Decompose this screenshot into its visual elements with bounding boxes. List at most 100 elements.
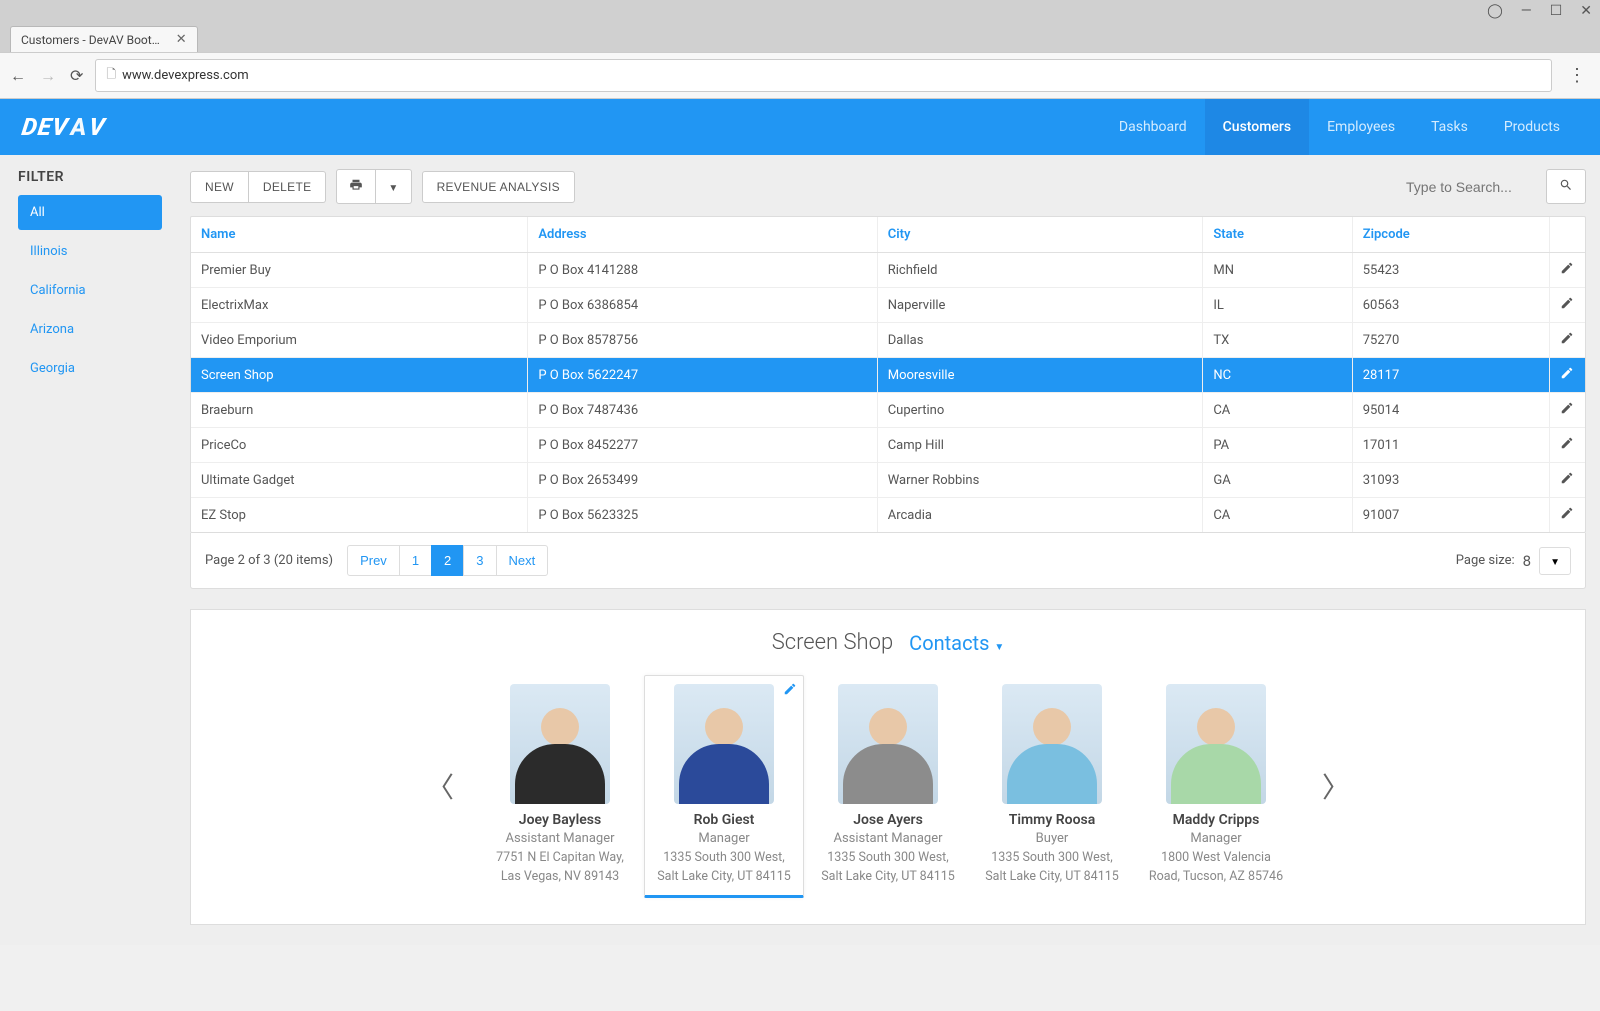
cell-city: Cupertino — [877, 393, 1203, 428]
cell-city: Arcadia — [877, 498, 1203, 533]
browser-tab[interactable]: Customers - DevAV Boot… ✕ — [10, 26, 198, 52]
contact-card[interactable]: Rob GiestManager1335 South 300 West,Salt… — [644, 675, 804, 898]
search-button[interactable] — [1546, 169, 1586, 204]
page-size-value: 8 — [1523, 552, 1531, 570]
contact-address: 1335 South 300 West,Salt Lake City, UT 8… — [979, 849, 1125, 887]
contacts-next-button[interactable]: 〉 — [1314, 766, 1358, 806]
cell-name: Video Emporium — [191, 323, 528, 358]
delete-button[interactable]: DELETE — [249, 171, 326, 203]
contacts-prev-button[interactable]: 〈 — [418, 766, 462, 806]
pager-buttons: Prev123Next — [347, 545, 548, 576]
pager-button-2[interactable]: 2 — [431, 545, 464, 576]
user-icon[interactable]: ◯ — [1487, 3, 1503, 19]
edit-contact-button[interactable] — [783, 682, 797, 700]
nav-item-products[interactable]: Products — [1486, 99, 1578, 155]
cell-city: Naperville — [877, 288, 1203, 323]
app-logo[interactable]: DEVAV — [22, 113, 106, 141]
cell-zip: 91007 — [1352, 498, 1549, 533]
contact-address: 1335 South 300 West,Salt Lake City, UT 8… — [651, 849, 797, 887]
cell-name: EZ Stop — [191, 498, 528, 533]
contact-name: Jose Ayers — [815, 812, 961, 828]
print-button[interactable] — [336, 169, 376, 204]
edit-row-button[interactable] — [1549, 253, 1585, 288]
avatar — [1166, 684, 1266, 804]
table-row[interactable]: BraeburnP O Box 7487436CupertinoCA95014 — [191, 393, 1585, 428]
cell-zip: 75270 — [1352, 323, 1549, 358]
cell-state: NC — [1203, 358, 1352, 393]
detail-title: Screen Shop — [772, 630, 893, 655]
contact-card[interactable]: Joey BaylessAssistant Manager7751 N El C… — [480, 675, 640, 898]
revenue-analysis-button[interactable]: REVENUE ANALYSIS — [422, 171, 575, 203]
contact-card[interactable]: Jose AyersAssistant Manager1335 South 30… — [808, 675, 968, 898]
table-row[interactable]: EZ StopP O Box 5623325ArcadiaCA91007 — [191, 498, 1585, 533]
nav-item-tasks[interactable]: Tasks — [1413, 99, 1486, 155]
contact-name: Timmy Roosa — [979, 812, 1125, 828]
avatar — [510, 684, 610, 804]
contact-role: Assistant Manager — [487, 831, 633, 846]
column-header-name[interactable]: Name — [191, 217, 528, 253]
edit-row-button[interactable] — [1549, 498, 1585, 533]
pager-button-next[interactable]: Next — [496, 545, 549, 576]
tab-title: Customers - DevAV Boot… — [21, 33, 160, 47]
maximize-icon[interactable]: ☐ — [1550, 3, 1563, 19]
column-header-city[interactable]: City — [877, 217, 1203, 253]
table-row[interactable]: ElectrixMaxP O Box 6386854NapervilleIL60… — [191, 288, 1585, 323]
back-icon[interactable]: ← — [10, 66, 26, 86]
pager-button-prev[interactable]: Prev — [347, 545, 400, 576]
avatar — [674, 684, 774, 804]
contact-address: 1335 South 300 West,Salt Lake City, UT 8… — [815, 849, 961, 887]
pager-summary: Page 2 of 3 (20 items) — [205, 553, 333, 568]
address-input[interactable]: 🗋 www.devexpress.com — [95, 59, 1552, 92]
chevron-down-icon: ▼ — [388, 183, 398, 194]
cell-city: Warner Robbins — [877, 463, 1203, 498]
cell-city: Camp Hill — [877, 428, 1203, 463]
edit-row-button[interactable] — [1549, 288, 1585, 323]
browser-menu-icon[interactable]: ⋮ — [1564, 65, 1590, 86]
pager-button-1[interactable]: 1 — [399, 545, 432, 576]
page-size-dropdown[interactable]: ▼ — [1539, 547, 1571, 575]
filter-item-all[interactable]: All — [18, 195, 162, 230]
avatar — [838, 684, 938, 804]
table-row[interactable]: Ultimate GadgetP O Box 2653499Warner Rob… — [191, 463, 1585, 498]
nav-item-customers[interactable]: Customers — [1205, 99, 1309, 155]
filter-item-arizona[interactable]: Arizona — [18, 312, 162, 347]
cell-state: TX — [1203, 323, 1352, 358]
table-row[interactable]: Video EmporiumP O Box 8578756DallasTX752… — [191, 323, 1585, 358]
cell-address: P O Box 5622247 — [528, 358, 877, 393]
search-input[interactable] — [1398, 171, 1538, 203]
detail-section-dropdown[interactable]: Contacts ▼ — [909, 631, 1004, 655]
table-row[interactable]: Screen ShopP O Box 5622247MooresvilleNC2… — [191, 358, 1585, 393]
edit-row-button[interactable] — [1549, 358, 1585, 393]
contact-card[interactable]: Maddy CrippsManager1800 West ValenciaRoa… — [1136, 675, 1296, 898]
filter-item-illinois[interactable]: Illinois — [18, 234, 162, 269]
cell-state: MN — [1203, 253, 1352, 288]
nav-item-dashboard[interactable]: Dashboard — [1101, 99, 1205, 155]
edit-row-button[interactable] — [1549, 428, 1585, 463]
contact-name: Maddy Cripps — [1143, 812, 1289, 828]
column-header-zipcode[interactable]: Zipcode — [1352, 217, 1549, 253]
new-button[interactable]: NEW — [190, 171, 249, 203]
filter-item-california[interactable]: California — [18, 273, 162, 308]
print-dropdown-button[interactable]: ▼ — [376, 169, 411, 204]
contact-card[interactable]: Timmy Roosa Buyer 1335 South 300 West,Salt… — [972, 675, 1132, 898]
minimize-icon[interactable]: — — [1521, 3, 1532, 19]
nav-item-employees[interactable]: Employees — [1309, 99, 1413, 155]
edit-row-button[interactable] — [1549, 323, 1585, 358]
window-titlebar: ◯ — ☐ ✕ — [0, 0, 1600, 22]
contact-role: Buyer — [979, 831, 1125, 846]
table-row[interactable]: Premier BuyP O Box 4141288RichfieldMN554… — [191, 253, 1585, 288]
edit-row-button[interactable] — [1549, 463, 1585, 498]
reload-icon[interactable]: ⟳ — [70, 66, 83, 86]
close-tab-icon[interactable]: ✕ — [176, 32, 187, 47]
table-row[interactable]: PriceCoP O Box 8452277Camp HillPA17011 — [191, 428, 1585, 463]
cell-city: Mooresville — [877, 358, 1203, 393]
close-window-icon[interactable]: ✕ — [1580, 3, 1592, 19]
cell-state: PA — [1203, 428, 1352, 463]
edit-row-button[interactable] — [1549, 393, 1585, 428]
contact-name: Rob Giest — [651, 812, 797, 828]
forward-icon[interactable]: → — [40, 66, 56, 86]
column-header-state[interactable]: State — [1203, 217, 1352, 253]
filter-item-georgia[interactable]: Georgia — [18, 351, 162, 386]
column-header-address[interactable]: Address — [528, 217, 877, 253]
pager-button-3[interactable]: 3 — [463, 545, 496, 576]
